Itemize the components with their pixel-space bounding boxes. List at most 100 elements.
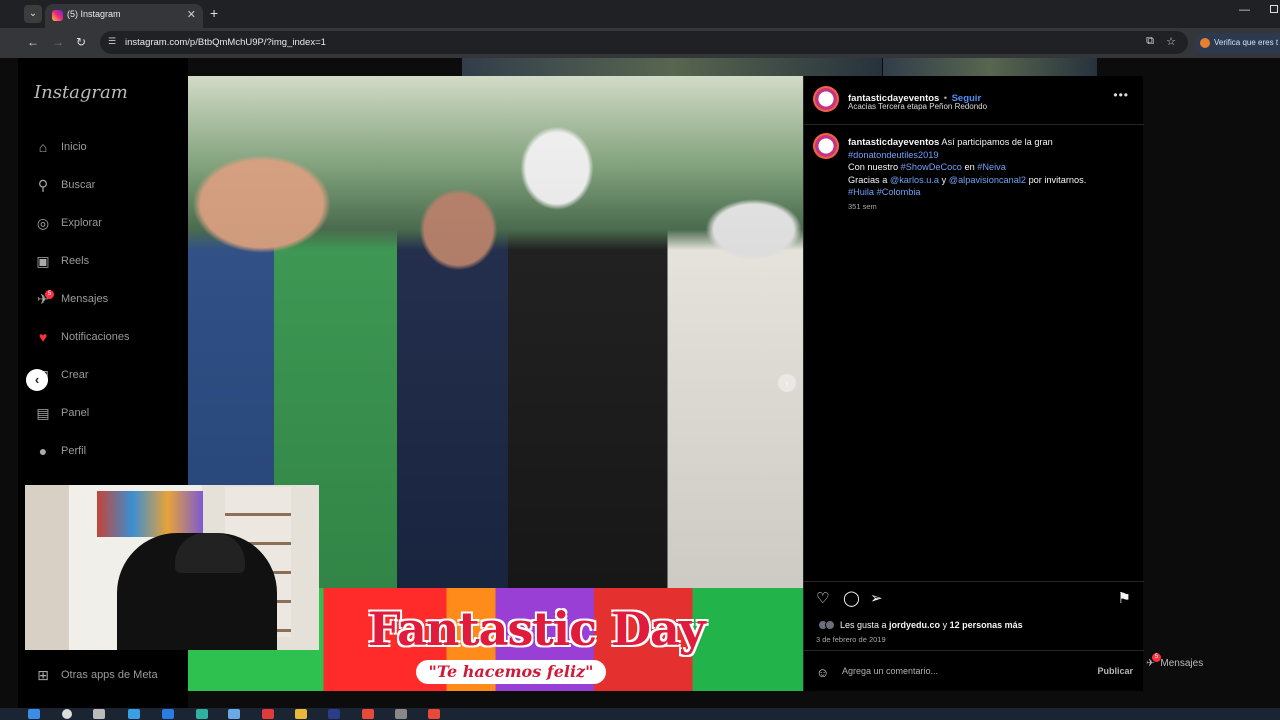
author-avatar[interactable]	[813, 86, 839, 112]
save-bookmark-icon[interactable]: ⚑	[1118, 589, 1131, 607]
browser-toolbar: ← → ↻ ☰ instagram.com/p/BtbQmMchU9P/?img…	[0, 28, 1280, 58]
back-arrow-icon[interactable]: ←	[27, 35, 39, 49]
webcam-poster	[97, 491, 203, 537]
likes-text: Les gusta a jordyedu.co y 12 personas má…	[840, 620, 1023, 630]
caption-text: y	[939, 174, 949, 185]
close-tab-icon[interactable]: ✕	[187, 8, 196, 21]
chrome-icon[interactable]	[362, 709, 374, 719]
messenger-icon: ✈ 5	[34, 290, 54, 308]
caption-text: Así participamos de la gran	[939, 137, 1053, 147]
sidebar-item-crear[interactable]: ⊞ Crear	[34, 363, 184, 387]
more-options-icon[interactable]: •••	[1113, 88, 1129, 102]
caption-text: en	[961, 162, 978, 173]
app-icon[interactable]	[395, 709, 407, 719]
post-location[interactable]: Acacias Tercera etapa Peñon Redondo	[848, 102, 987, 111]
reload-icon[interactable]: ↻	[76, 35, 86, 49]
mention-link[interactable]: @alpavisioncanal2	[949, 175, 1026, 185]
sidebar-item-inicio[interactable]: ⌂ Inicio	[34, 135, 184, 159]
webcam-overlay	[25, 485, 319, 650]
emoji-icon[interactable]: ☺	[816, 665, 829, 680]
sidebar-item-perfil[interactable]: ● Perfil	[34, 439, 184, 463]
caption-author-avatar[interactable]	[813, 133, 839, 159]
carousel-next-icon[interactable]: ›	[778, 374, 796, 392]
hashtag-link[interactable]: #donatondeutiles2019	[848, 150, 938, 160]
likes-prefix: Les gusta a	[840, 620, 890, 630]
hashtag-link[interactable]: #Huila	[848, 187, 874, 197]
compass-icon: ◎	[36, 214, 50, 231]
sidebar-item-mensajes[interactable]: ✈ 5 Mensajes	[34, 287, 184, 311]
extension-chip[interactable]: Verifica que eres t	[1194, 33, 1280, 53]
sidebar-item-label: Notificaciones	[61, 331, 130, 343]
grid-icon: ⊞	[37, 666, 49, 683]
bookmark-star-icon[interactable]: ☆	[1166, 35, 1176, 48]
likes-count[interactable]: 12 personas más	[950, 620, 1023, 630]
publish-button[interactable]: Publicar	[1097, 666, 1133, 676]
url-text: instagram.com/p/BtbQmMchU9P/?img_index=1	[125, 37, 326, 48]
edge-icon[interactable]	[128, 709, 140, 719]
tab-title: (5) Instagram	[67, 9, 121, 19]
taskbar-search-icon[interactable]	[62, 709, 72, 719]
tab-search-chevron-icon[interactable]: ⌄	[24, 5, 42, 23]
messenger-icon: ✈ 5	[1146, 653, 1161, 669]
caption-text: Con nuestro	[848, 162, 901, 173]
instagram-favicon-icon	[52, 10, 63, 21]
os-taskbar	[0, 708, 1280, 720]
share-send-icon[interactable]: ➢	[870, 589, 883, 607]
cast-icon[interactable]: ⧉	[1146, 35, 1154, 48]
post-details-panel: fantasticdayeventos • Seguir Acacias Ter…	[803, 76, 1144, 691]
instagram-page: Instagram ⌂ Inicio ⚲ Buscar ◎ Explorar ▣…	[0, 58, 1280, 708]
sidebar-item-label: Crear	[61, 369, 89, 381]
sidebar-item-label: Inicio	[61, 141, 87, 153]
sidebar-item-notificaciones[interactable]: ♥ Notificaciones	[34, 325, 184, 349]
background-feed-strip	[462, 58, 882, 76]
chrome-icon[interactable]	[428, 709, 440, 719]
task-view-icon[interactable]	[93, 709, 105, 719]
comment-divider	[804, 650, 1144, 651]
messages-label: Mensajes	[1160, 658, 1204, 669]
forward-arrow-icon[interactable]: →	[52, 35, 64, 49]
sidebar-item-label: Reels	[61, 255, 90, 267]
comment-input[interactable]	[842, 666, 1082, 676]
likes-mid: y	[940, 620, 950, 630]
app-icon[interactable]	[162, 709, 174, 719]
sidebar-item-label: Explorar	[61, 217, 102, 229]
opera-icon[interactable]	[262, 709, 274, 719]
maximize-window-icon[interactable]	[1270, 5, 1278, 13]
likes-summary[interactable]: Les gusta a jordyedu.co y 12 personas má…	[818, 620, 1023, 630]
caption-text: por invitarnos.	[1026, 174, 1087, 185]
post-date: 3 de febrero de 2019	[816, 635, 886, 644]
actions-divider	[804, 581, 1144, 582]
minimize-window-icon[interactable]: —	[1239, 4, 1250, 16]
mention-link[interactable]: @karlos.u.a	[890, 175, 939, 185]
sidebar-item-reels[interactable]: ▣ Reels	[34, 249, 184, 273]
new-tab-icon[interactable]: +	[210, 5, 218, 21]
folder-icon[interactable]	[295, 709, 307, 719]
meta-apps-link[interactable]: ⊞ Otras apps de Meta	[34, 666, 157, 684]
instagram-logo[interactable]: Instagram	[34, 82, 128, 103]
app-icon[interactable]	[228, 709, 240, 719]
post-caption: fantasticdayeventos Así participamos de …	[848, 136, 1128, 198]
comment-bubble-icon[interactable]: ◯	[843, 589, 860, 607]
sidebar-item-explorar[interactable]: ◎ Explorar	[34, 211, 184, 235]
sidebar-item-label: Panel	[61, 407, 90, 419]
like-heart-icon[interactable]: ♡	[816, 589, 829, 607]
windows-start-icon[interactable]	[28, 709, 40, 719]
caption-time-ago: 351 sem	[848, 202, 877, 211]
hashtag-link[interactable]: #ShowDeCoco	[901, 162, 962, 172]
address-bar[interactable]: ☰ instagram.com/p/BtbQmMchU9P/?img_index…	[100, 31, 1188, 54]
premiere-icon[interactable]	[328, 709, 340, 719]
background-feed-strip	[883, 58, 1097, 76]
hashtag-link[interactable]: #Colombia	[877, 187, 921, 197]
browser-tab-instagram[interactable]: (5) Instagram ✕	[45, 4, 203, 28]
sidebar-item-buscar[interactable]: ⚲ Buscar	[34, 173, 184, 197]
app-icon[interactable]	[196, 709, 208, 719]
hashtag-link[interactable]: #Neiva	[977, 162, 1006, 172]
banner-title: Fantastic Day	[368, 602, 706, 656]
messages-floating-button[interactable]: ✈ 5 Mensajes	[1146, 653, 1204, 669]
carousel-prev-icon[interactable]: ‹	[26, 369, 48, 391]
caption-username[interactable]: fantasticdayeventos	[848, 137, 939, 148]
heart-icon: ♥	[38, 329, 48, 345]
sidebar-item-panel[interactable]: ▤ Panel	[34, 401, 184, 425]
likes-user[interactable]: jordyedu.co	[889, 620, 940, 630]
site-settings-icon[interactable]: ☰	[108, 36, 116, 47]
